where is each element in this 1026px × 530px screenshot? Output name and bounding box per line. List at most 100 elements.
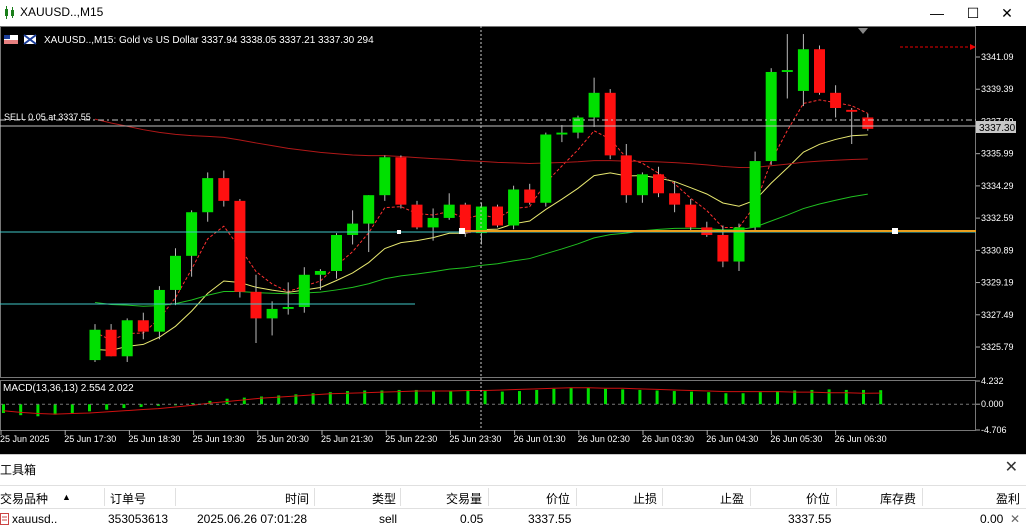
macd-axis-label: 4.232 [981, 376, 1004, 386]
candle-body [443, 204, 455, 218]
candle-body [411, 204, 423, 228]
price-axis-label: 3329.19 [981, 278, 1014, 288]
macd-bar [19, 404, 23, 416]
symbol-flag-icon [4, 35, 18, 44]
candle-body [814, 49, 825, 93]
macd-bar [724, 393, 728, 405]
candle-body [427, 217, 439, 228]
macd-bar [827, 389, 831, 405]
candle-body [830, 92, 842, 108]
candle-body [588, 92, 600, 118]
row-open-price: 3337.55 [528, 512, 572, 526]
price-axis-label: 3330.89 [981, 245, 1014, 255]
window-titlebar: XAUUSD..,M15 — ☐ ✕ [0, 0, 1026, 26]
col-header-volume[interactable]: 交易量 [446, 490, 482, 507]
col-header-sl[interactable]: 止损 [633, 490, 657, 507]
macd-bar [535, 389, 539, 405]
col-header-type[interactable]: 类型 [372, 490, 396, 507]
candle-body [620, 155, 632, 196]
macd-bar [88, 404, 91, 412]
candle-body [846, 109, 858, 112]
time-axis-label: 25 Jun 19:30 [193, 434, 245, 444]
time-axis-label: 25 Jun 21:30 [321, 434, 373, 444]
macd-bar [2, 404, 5, 413]
col-header-profit[interactable]: 盈利 [996, 490, 1020, 507]
row-time: 2025.06.26 07:01:28 [197, 512, 308, 526]
candle-body [508, 189, 520, 226]
macd-bar [776, 391, 779, 405]
col-header-symbol[interactable]: 交易品种 [0, 490, 48, 507]
candle-body [153, 289, 165, 332]
macd-label: MACD(13,36,13) 2.554 2.022 [3, 383, 134, 394]
col-header-price[interactable]: 价位 [806, 490, 830, 507]
candle-body [202, 178, 214, 213]
price-axis-label: 3325.79 [981, 342, 1014, 352]
macd-bar [70, 404, 74, 413]
candle-body [137, 320, 149, 332]
price-axis-label: 3341.09 [981, 52, 1014, 62]
col-header-order[interactable]: 订单号 [110, 490, 146, 507]
row-symbol: xauusd.. [12, 512, 58, 526]
candle-body [186, 212, 198, 256]
time-axis-label: 25 Jun 17:30 [64, 434, 116, 444]
macd-bar [741, 393, 745, 405]
candle-body [653, 174, 664, 194]
macd-bar [242, 397, 246, 405]
macd-bar [862, 389, 865, 405]
macd-bar [655, 390, 659, 405]
price-axis-label: 3335.99 [981, 149, 1014, 159]
time-axis-label: 25 Jun 18:30 [128, 434, 180, 444]
line-handle[interactable] [892, 228, 898, 234]
col-header-time[interactable]: 时间 [285, 490, 309, 507]
candle-body [105, 329, 117, 357]
time-axis-label: 25 Jun 23:30 [449, 434, 501, 444]
macd-bar [500, 391, 504, 405]
candle-body [363, 195, 375, 224]
macd-axis-label: 0.000 [981, 399, 1004, 409]
candle-body [298, 274, 310, 308]
col-header-swap[interactable]: 库存费 [880, 490, 916, 507]
macd-bar [638, 389, 642, 405]
table-row[interactable]: xauusd.. 353053613 2025.06.26 07:01:28 s… [0, 508, 1026, 530]
candle-body [218, 178, 230, 201]
line-handle[interactable] [397, 230, 401, 234]
row-profit: 0.00 [980, 512, 1004, 526]
col-header-tp[interactable]: 止盈 [720, 490, 744, 507]
macd-bar [414, 389, 418, 405]
macd-bar [105, 404, 109, 410]
toolbox-panel: 工具箱 ✕ 交易品种 ▲ 订单号 时间 类型 交易量 价位 止损 止盈 价位 库… [0, 454, 1026, 530]
macd-bar [569, 387, 573, 405]
candle-body [524, 189, 536, 203]
col-header-open-price[interactable]: 价位 [546, 490, 570, 507]
macd-bar [707, 392, 711, 405]
time-axis-label: 25 Jun 2025 [0, 434, 50, 444]
line-handle[interactable] [459, 228, 465, 234]
toolbox-close-icon[interactable]: ✕ [1005, 457, 1018, 477]
candle-body [170, 255, 181, 290]
candle-body [331, 234, 342, 271]
candle-body [556, 132, 568, 135]
candle-body [636, 174, 648, 196]
macd-bar [518, 391, 521, 405]
order-sell-icon [0, 513, 9, 525]
maximize-button[interactable]: ☐ [958, 3, 988, 23]
sort-asc-icon[interactable]: ▲ [62, 492, 71, 502]
candle-body [492, 206, 503, 226]
close-window-button[interactable]: ✕ [992, 3, 1022, 23]
candle-body [749, 161, 761, 228]
candle-body [282, 307, 294, 309]
close-order-icon[interactable]: ✕ [1010, 512, 1020, 526]
expert-flag-icon [23, 34, 37, 45]
macd-bar [758, 392, 762, 405]
row-order: 353053613 [108, 512, 169, 526]
price-chart[interactable]: XAUUSD..,M15: Gold vs US Dollar 3337.94 … [0, 26, 1026, 454]
chart-canvas[interactable]: XAUUSD..,M15: Gold vs US Dollar 3337.94 … [0, 26, 1026, 454]
candle-body [781, 70, 793, 72]
macd-bar [672, 391, 676, 405]
candle-body [765, 71, 777, 162]
minimize-button[interactable]: — [922, 3, 952, 23]
candle-body [717, 234, 729, 262]
macd-bar [621, 389, 625, 405]
macd-bar [690, 391, 693, 405]
candle-body [540, 134, 552, 203]
